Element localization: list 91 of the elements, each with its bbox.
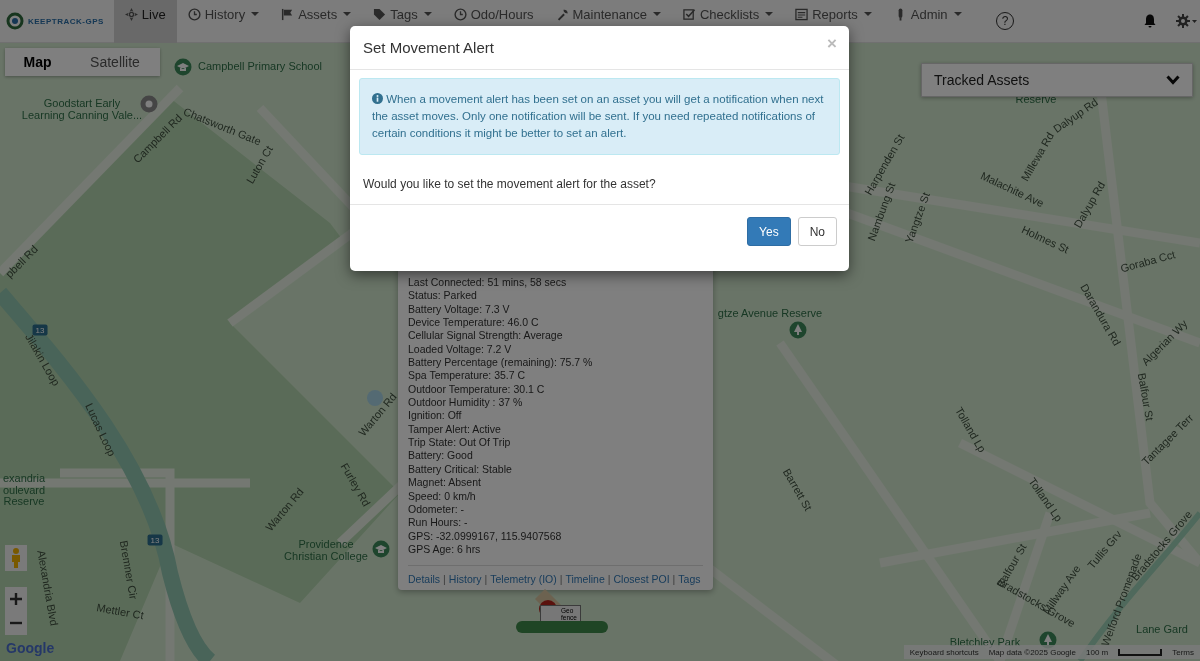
popup-link[interactable]: History [448, 573, 482, 586]
brand-name[interactable]: KEEPTRACK-GPS [28, 16, 104, 26]
info-row-text: Odometer: - [408, 502, 466, 517]
info-row-text: Cellular Signal Strength: Average [408, 329, 564, 343]
info-row-text: Run Hours: - [408, 516, 469, 530]
nav-item[interactable]: Assets [270, 0, 363, 43]
nav-glyph-icon [187, 7, 201, 21]
place-label: gtze Avenue Reserve [717, 308, 823, 320]
nav-glyph-icon [795, 7, 809, 21]
popup-link[interactable]: Tags [678, 573, 701, 586]
pin-icon [140, 95, 158, 113]
school-icon [174, 58, 192, 76]
info-row-text: Speed: 0 km/h [408, 489, 477, 503]
terms-link[interactable]: Terms [1172, 647, 1194, 657]
info-row-text: Status: Parked [408, 289, 478, 303]
street-label: Balfour St [1135, 372, 1155, 422]
map-data-text: Map data ©2025 Google [988, 647, 1076, 657]
place-label: Goodstart Early Learning Canning Vale... [21, 98, 143, 122]
link-separator: | [484, 573, 488, 586]
info-row-text: Tamper Alert: Active [408, 422, 502, 437]
route-shield: 13 [147, 534, 163, 546]
caret-icon [765, 12, 774, 16]
info-row-text: Battery Percentage (remaining): 75.7 % [408, 356, 594, 370]
tracked-assets-panel[interactable]: Tracked Assets [921, 63, 1193, 97]
popup-link[interactable]: Closest POI [613, 573, 670, 586]
link-separator: | [559, 573, 563, 586]
scale-label: 100 m [1086, 647, 1109, 657]
link-separator: | [672, 573, 676, 586]
logo-icon [6, 12, 24, 30]
caret-icon [343, 12, 352, 16]
info-row-text: Last Connected: 51 mins, 58 secs [408, 276, 568, 290]
route-shield: 13 [32, 324, 48, 336]
caret-icon [953, 12, 962, 16]
info-row-text: Outdoor Humidity : 37 % [408, 396, 524, 410]
nav-item[interactable]: Checklists [671, 0, 785, 43]
info-icon [372, 93, 383, 104]
keyboard-shortcuts-link[interactable]: Keyboard shortcuts [909, 647, 979, 657]
nav-glyph-icon [281, 7, 295, 21]
nav-glyph-icon [682, 7, 696, 21]
place-label: exandria oulevard Reserve [2, 472, 46, 508]
info-row-text: Battery Voltage: 7.3 V [408, 302, 511, 317]
close-button[interactable]: × [827, 33, 837, 54]
settings-icon[interactable] [1176, 14, 1198, 28]
cancel-button[interactable]: No [797, 217, 837, 246]
street-label: Lucas Loop [82, 401, 118, 459]
info-row-text: Spa Temperature: 35.7 C [408, 369, 527, 383]
panel-title: Tracked Assets [934, 72, 1030, 88]
place-label: Campbell Primary School [197, 61, 323, 73]
school-icon [372, 540, 390, 558]
info-row-text: Battery: Good [408, 449, 474, 463]
popup-link[interactable]: Telemetry (IO) [490, 573, 557, 586]
info-row-text: Battery Critical: Stable [408, 462, 513, 477]
info-row-text: Outdoor Temperature: 30.1 C [408, 382, 546, 397]
info-row-text: Device Temperature: 46.0 C [408, 316, 540, 330]
bell-icon[interactable] [1144, 14, 1156, 28]
scale-bar-icon [1118, 648, 1163, 656]
info-row-text: GPS: -32.0999167, 115.9407568 [408, 529, 563, 543]
caret-icon [652, 12, 661, 16]
link-separator: | [443, 573, 446, 586]
nav-item[interactable]: Maintenance [544, 0, 672, 43]
confirm-button[interactable]: Yes [747, 217, 791, 246]
place-label: Lane Gard [1136, 624, 1188, 636]
chevron-down-icon [1166, 75, 1180, 85]
street-label: Alexandria Blvd [34, 549, 60, 627]
info-row-text: GPS Age: 6 hrs [408, 542, 482, 557]
question-text: Would you like to set the movement alert for the asset? [363, 177, 657, 191]
street-label: Bremner Cir [117, 539, 139, 601]
caret-icon [863, 12, 872, 16]
info-row-text: Magnet: Absent [408, 476, 482, 490]
place-label: Providence Christian College [284, 539, 368, 563]
info-row-text: Trip State: Out Of Trip [408, 436, 512, 450]
street-label: Mettler Ct [95, 602, 145, 622]
caret-icon [251, 12, 260, 16]
map-type-button[interactable]: Satellite [70, 48, 160, 76]
place-label: Bletchley Park [949, 637, 1021, 649]
info-row-text: Ignition: Off [408, 409, 463, 423]
nav-item[interactable]: Admin [882, 0, 973, 43]
map-type-button[interactable]: Map [5, 48, 70, 76]
nav-glyph-icon [555, 7, 569, 21]
nav-glyph-icon [373, 7, 387, 21]
tree-icon [789, 321, 807, 339]
nav-item[interactable]: Live [113, 0, 177, 43]
nav-glyph-icon [453, 7, 467, 21]
link-separator: | [607, 573, 611, 586]
nav-glyph-icon [124, 7, 138, 21]
alert-text: When a movement alert has been set on an asset you will get a notification when next the asset moves. Only one notification will be sent. If you need repeated notifications of certain conditions it might be better to set an alert. [372, 92, 825, 141]
info-row-text: Loaded Voltage: 7.2 V [408, 342, 513, 357]
street-label: Goraba Cct [1119, 249, 1177, 275]
popup-link[interactable]: Timeline [565, 573, 605, 586]
caret-icon [423, 12, 432, 16]
popup-link[interactable]: Details [408, 573, 441, 586]
